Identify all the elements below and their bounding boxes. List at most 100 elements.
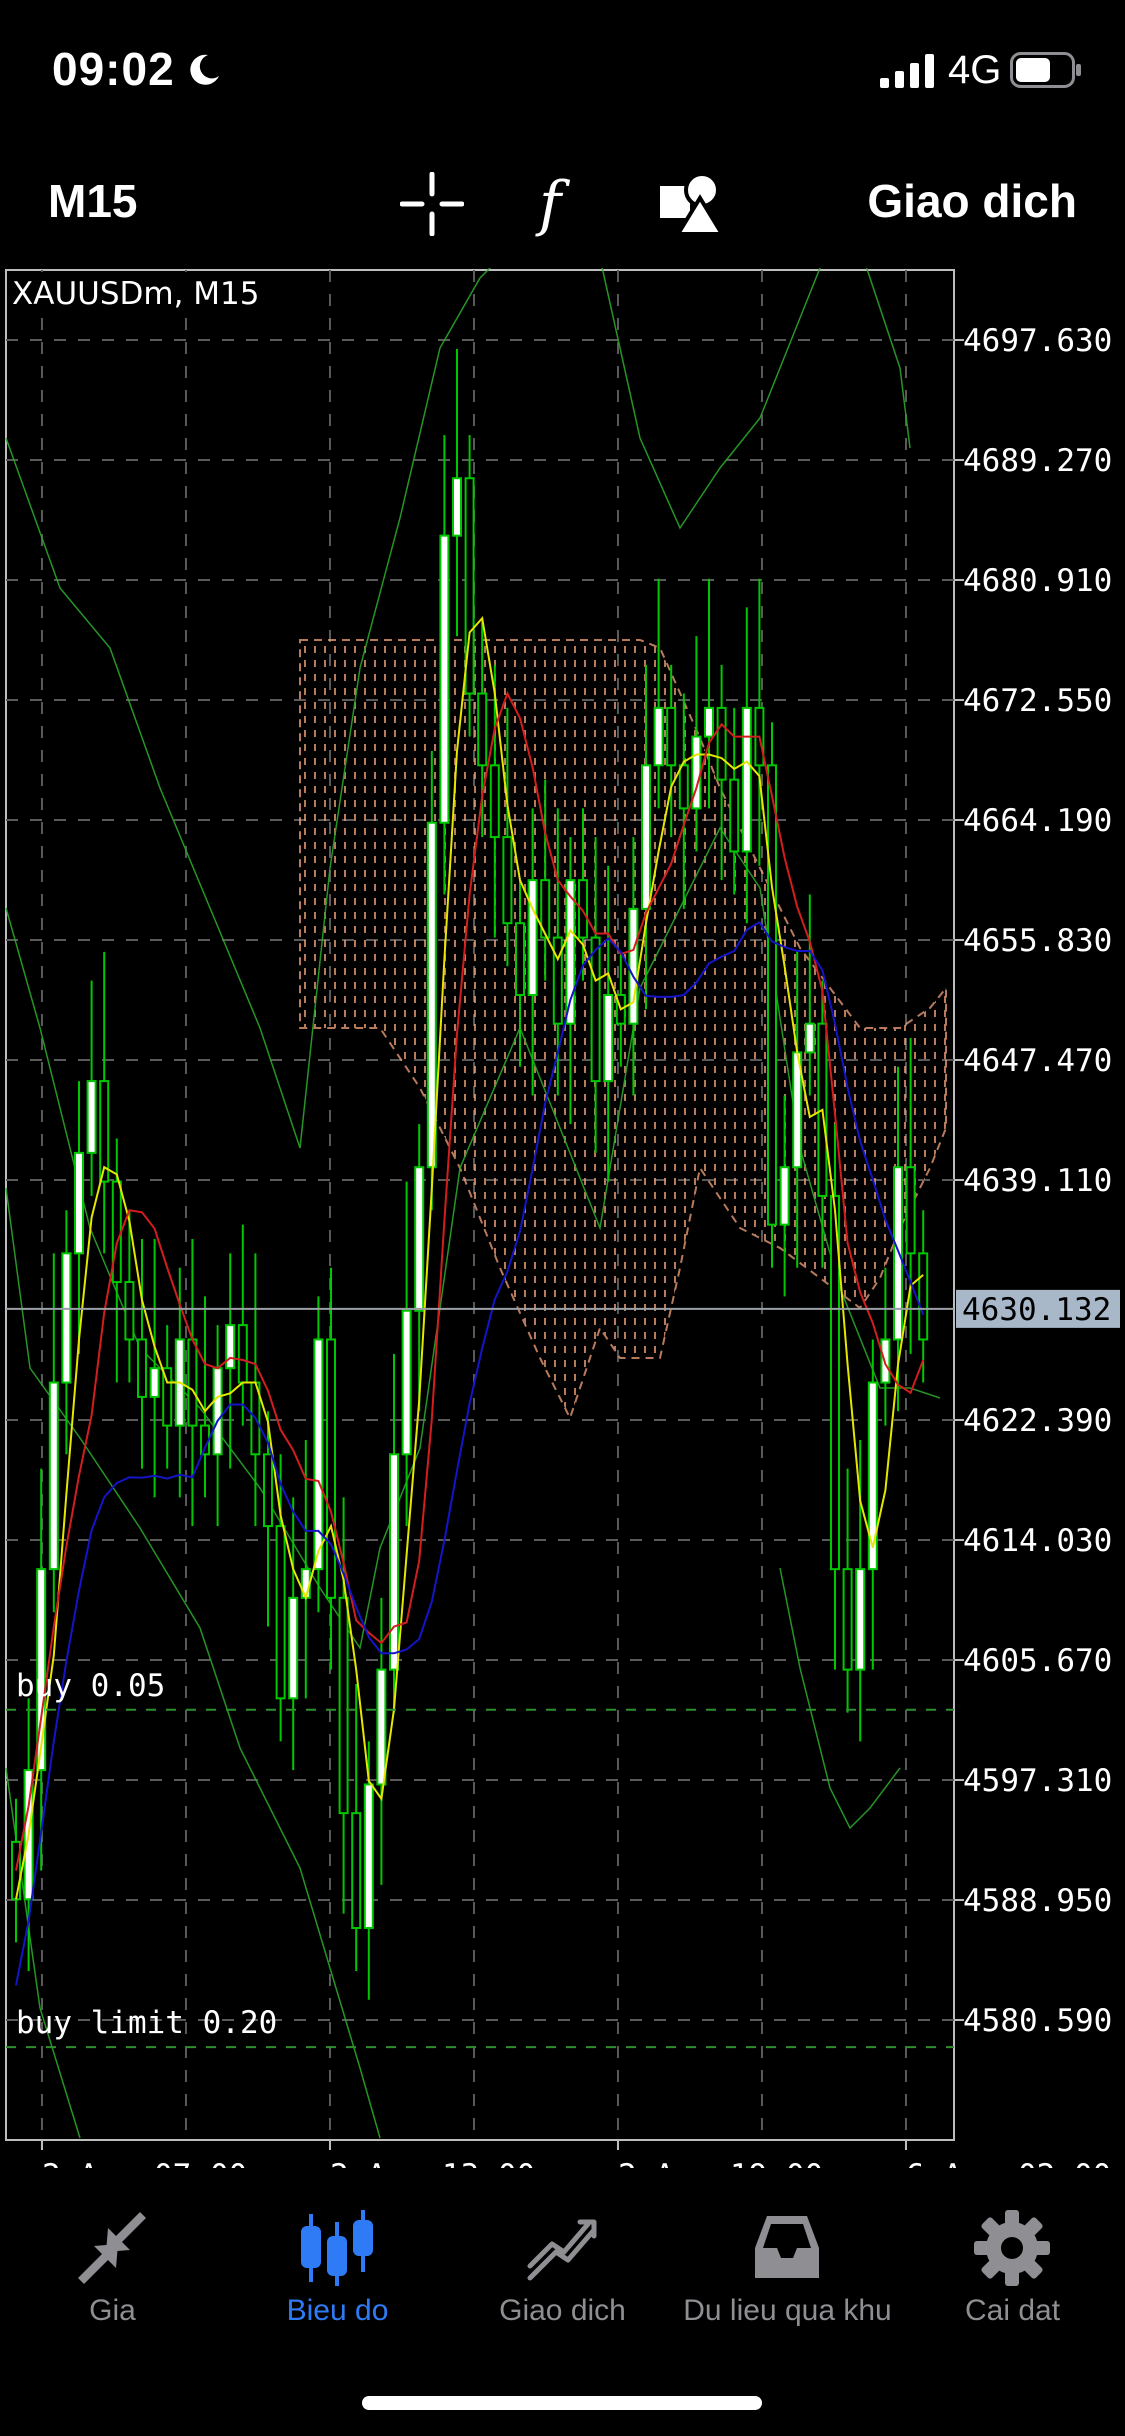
price-axis-label: 4622.390 — [963, 1403, 1112, 1439]
symbol-label: XAUUSDm, M15 — [12, 276, 259, 312]
price-axis-label: 4597.310 — [963, 1763, 1112, 1799]
candle-bull — [74, 1151, 84, 1255]
candle-bear — [729, 778, 740, 853]
function-icon[interactable]: f — [535, 170, 585, 238]
candle-bull — [704, 706, 714, 738]
tab-settings[interactable]: Cai dat — [900, 2190, 1125, 2350]
candle-bull — [426, 821, 437, 1169]
tab-trade[interactable]: Giao dich — [450, 2190, 675, 2350]
tab-label: Du lieu qua khu — [683, 2294, 892, 2327]
gear-icon — [974, 2210, 1050, 2286]
candle-bear — [137, 1338, 147, 1398]
candle-bull — [628, 907, 639, 1025]
candle-bull — [741, 706, 752, 853]
candle-bear — [716, 706, 727, 781]
candle-bear — [187, 1338, 198, 1427]
time-axis-label: 2 Apr 19:00 — [618, 2158, 823, 2168]
shapes-icon[interactable] — [658, 168, 726, 236]
candle-bear — [351, 1812, 362, 1929]
clock: 09:02 — [52, 43, 175, 95]
candle-bull — [804, 1022, 815, 1054]
candle-bull — [439, 534, 450, 824]
candle-bear — [502, 836, 513, 925]
chart-canvas[interactable]: 4697.630 4689.270 4680.910 4672.550 4664.190… — [0, 227, 1125, 2194]
moon-icon — [190, 54, 219, 85]
time-axis-label: 2 Apr 07:00 — [42, 2158, 247, 2168]
tab-label: Bieu do — [286, 2294, 389, 2327]
tab-quotes[interactable]: Gia — [0, 2190, 225, 2350]
candle-bear — [918, 1252, 929, 1341]
candle-bull — [149, 1367, 160, 1398]
chart-candles-icon — [301, 2210, 373, 2286]
candle-bull — [225, 1324, 236, 1370]
home-indicator — [362, 2396, 762, 2410]
battery-icon — [1010, 52, 1081, 88]
tab-label: Cai dat — [964, 2294, 1061, 2327]
candle-bull — [48, 1381, 59, 1571]
candle-bull — [288, 1596, 299, 1700]
candle-bear — [905, 1166, 916, 1255]
candle-bear — [767, 764, 777, 1226]
time-axis-label: 2 Apr 13:00 — [330, 2158, 535, 2168]
price-axis-label: 4647.470 — [963, 1043, 1112, 1079]
candle-bear — [477, 692, 488, 767]
candle-bull — [376, 1668, 387, 1786]
ichimoku-cloud — [299, 639, 947, 1421]
candle-bear — [275, 1525, 286, 1700]
candle-bull — [867, 1381, 878, 1571]
candle-bull — [641, 764, 651, 910]
price-axis-label: 4680.910 — [963, 563, 1112, 599]
price-axis-label: 4614.030 — [963, 1523, 1112, 1559]
price-axis-label: 4689.270 — [963, 443, 1112, 479]
price-axis-label: 4639.110 — [963, 1163, 1112, 1199]
candle-bear — [515, 922, 525, 996]
trade-icon — [527, 2219, 597, 2281]
candle-bull — [779, 1166, 790, 1226]
price-axis-label: 4588.950 — [963, 1883, 1112, 1919]
candle-bear — [124, 1281, 135, 1341]
price-axis-label: 4605.670 — [963, 1643, 1112, 1679]
crosshair-icon[interactable] — [400, 172, 464, 236]
candle-bull — [212, 1367, 223, 1456]
price-axis-label: 4672.550 — [963, 683, 1112, 719]
candle-bear — [263, 1453, 273, 1528]
network-type: 4G — [948, 48, 1002, 92]
tab-label: Giao dich — [499, 2294, 626, 2327]
history-inbox-icon — [755, 2216, 819, 2278]
candle-bull — [363, 1783, 374, 1929]
price-axis-label: 4664.190 — [963, 803, 1112, 839]
tab-history[interactable]: Du lieu qua khu — [675, 2190, 900, 2350]
chart-toolbar: M15 f Giao dich — [0, 150, 1125, 260]
order-label: buy 0.05 — [16, 1668, 165, 1704]
tab-bar: Gia Bieu do Giao dich Du lieu qua khu Ca… — [0, 2190, 1125, 2350]
candle-bear — [666, 706, 677, 767]
candle-bull — [855, 1568, 866, 1671]
candle-bull — [389, 1453, 399, 1671]
candle-bear — [678, 764, 689, 810]
candle-bull — [86, 1080, 97, 1154]
candle-bear — [111, 1180, 122, 1284]
candle-bull — [414, 1166, 425, 1312]
trade-button[interactable]: Giao dich — [867, 174, 1077, 228]
order-label: buy limit 0.20 — [16, 2005, 277, 2041]
candle-bull — [653, 706, 664, 767]
bollinger-band — [779, 1567, 901, 1830]
time-axis-label: 6 Apr 02:00 — [906, 2158, 1111, 2168]
candle-bear — [237, 1324, 248, 1384]
signal-icon — [880, 54, 934, 88]
tab-chart[interactable]: Bieu do — [225, 2190, 450, 2350]
quotes-icon — [78, 2212, 146, 2284]
candle-bear — [489, 764, 500, 839]
price-axis-label: 4655.830 — [963, 923, 1112, 959]
candle-bear — [338, 1596, 349, 1815]
timeframe-button[interactable]: M15 — [48, 174, 137, 228]
candle-bear — [590, 936, 601, 1083]
price-chart[interactable]: 4697.630 4689.270 4680.910 4672.550 4664.190… — [0, 227, 1125, 2194]
svg-text:f: f — [535, 170, 571, 238]
tab-label: Gia — [89, 2294, 136, 2327]
current-price-label: 4630.132 — [962, 1292, 1111, 1328]
price-axis-label: 4580.590 — [963, 2003, 1112, 2039]
candle-bear — [842, 1568, 853, 1671]
candle-bull — [401, 1309, 412, 1456]
candle-bear — [326, 1338, 336, 1599]
